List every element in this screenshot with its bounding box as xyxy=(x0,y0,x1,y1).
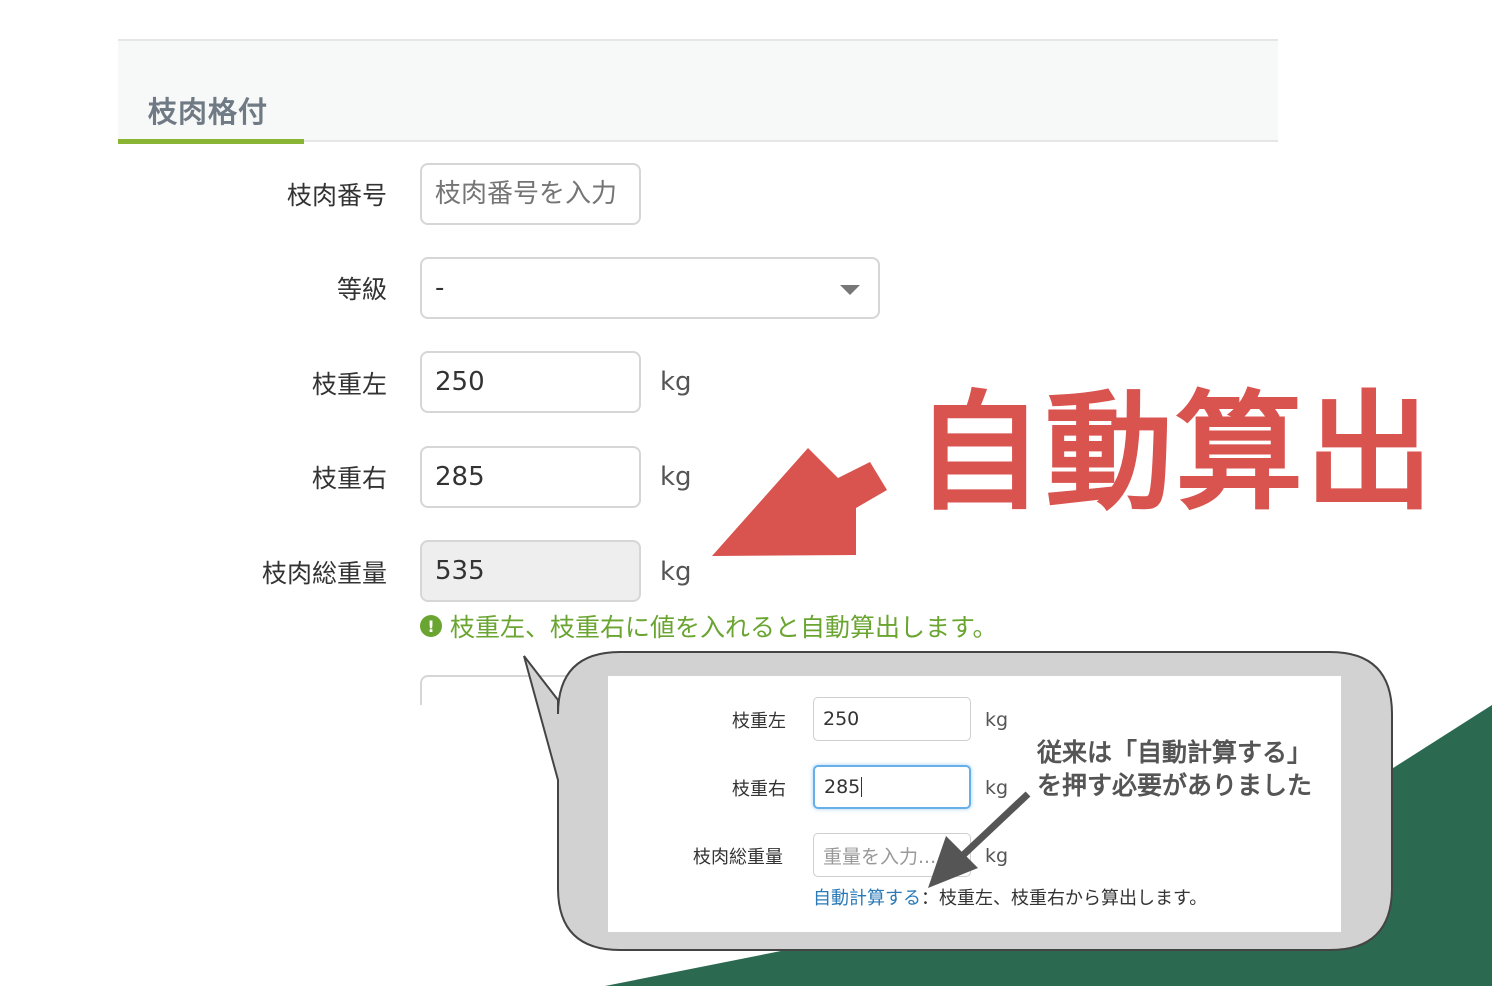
old-ui-callout: 従来は「自動計算する」 を押す必要がありました xyxy=(1037,736,1312,802)
carcass-number-input[interactable] xyxy=(420,163,641,225)
red-arrow-icon xyxy=(712,448,887,556)
total-weight-unit: kg xyxy=(660,557,692,587)
exclamation-circle-icon: ! xyxy=(420,615,442,637)
total-weight-label: 枝肉総重量 xyxy=(261,559,387,588)
old-weight-left-label: 枝重左 xyxy=(732,711,786,732)
weight-right-input[interactable]: 285 xyxy=(420,446,641,508)
next-field-partial xyxy=(420,675,640,705)
grade-label: 等級 xyxy=(336,275,387,304)
weight-right-unit: kg xyxy=(660,462,692,492)
carcass-number-label: 枝肉番号 xyxy=(286,181,387,210)
grade-select[interactable]: - xyxy=(420,257,880,319)
old-weight-right-value: 285 xyxy=(824,776,861,798)
screenshot-stage: 枝肉格付 枝肉番号 等級 - 枝重左 250 kg 枝重右 285 kg 枝肉総… xyxy=(0,0,1492,986)
callout-line-1: 従来は「自動計算する」 xyxy=(1037,738,1313,767)
callout-line-2: を押す必要がありました xyxy=(1037,771,1313,800)
auto-calc-hint: ! 枝重左、枝重右に値を入れると自動算出します。 xyxy=(420,608,998,644)
old-weight-left-unit: kg xyxy=(985,709,1009,731)
old-ui-inset: 枝重左 250 kg 枝重右 285 kg 枝肉総重量 重量を入力... kg … xyxy=(608,676,1341,932)
old-auto-calc-row: 自動計算する：枝重左、枝重右から算出します。 xyxy=(813,884,1207,910)
panel-header: 枝肉格付 xyxy=(118,39,1278,142)
panel-title: 枝肉格付 xyxy=(148,95,269,129)
weight-right-label: 枝重右 xyxy=(311,464,387,493)
old-total-weight-label: 枝肉総重量 xyxy=(693,847,783,868)
chevron-down-icon xyxy=(840,285,860,295)
weight-left-label: 枝重左 xyxy=(311,370,387,399)
auto-calc-annotation: 自動算出 xyxy=(915,379,1436,528)
weight-left-input[interactable]: 250 xyxy=(420,351,641,413)
weight-left-unit: kg xyxy=(660,367,692,397)
old-weight-right-input[interactable]: 285 xyxy=(813,765,971,809)
text-cursor xyxy=(861,777,863,797)
total-weight-readonly: 535 xyxy=(420,540,641,602)
grade-selected-value: - xyxy=(435,273,445,303)
auto-calc-note: ：枝重左、枝重右から算出します。 xyxy=(921,888,1208,909)
old-weight-left-input[interactable]: 250 xyxy=(813,697,971,741)
tab-active-underline xyxy=(118,139,304,144)
old-total-weight-input[interactable]: 重量を入力... xyxy=(813,833,971,877)
auto-calc-link[interactable]: 自動計算する xyxy=(813,888,921,909)
auto-calc-hint-text: 枝重左、枝重右に値を入れると自動算出します。 xyxy=(450,613,998,642)
old-weight-right-unit: kg xyxy=(985,777,1009,799)
old-weight-right-label: 枝重右 xyxy=(732,779,786,800)
old-total-weight-unit: kg xyxy=(985,845,1009,867)
